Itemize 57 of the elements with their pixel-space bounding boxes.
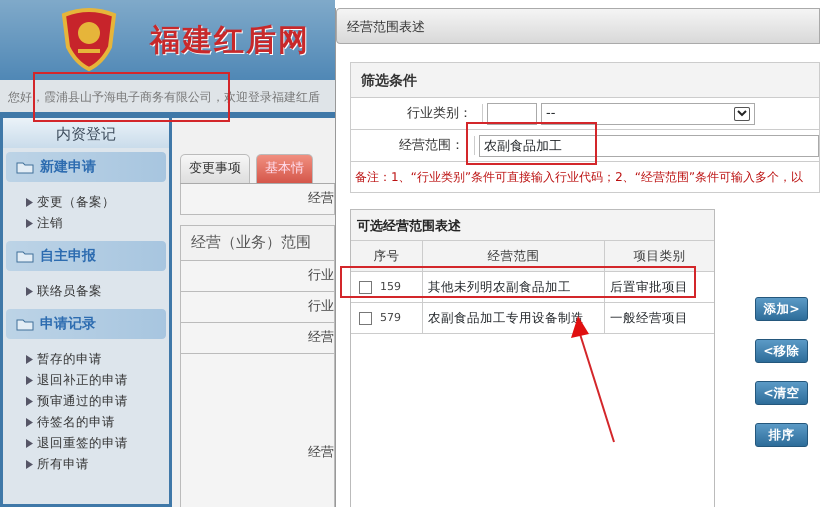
bullet-arrow-icon	[26, 418, 33, 427]
code-field[interactable]	[487, 102, 537, 124]
sidebar-link[interactable]: 退回重签的申请	[37, 434, 128, 453]
sidebar-link[interactable]: 所有申请	[37, 455, 89, 474]
form-label: 经营	[180, 354, 335, 507]
table-cell: 其他未列明农副食品加工	[423, 272, 605, 302]
section-title: 申请记录	[40, 314, 96, 334]
folder-icon	[16, 160, 34, 174]
form-label: 经营	[180, 322, 335, 354]
section-title: 新建申请	[40, 158, 96, 176]
sidebar-link[interactable]: 暂存的申请	[37, 350, 102, 369]
dialog-title: 经营范围表述	[336, 8, 820, 44]
sidebar-link[interactable]: 预审通过的申请	[37, 392, 128, 411]
sidebar-link[interactable]: 待签名的申请	[37, 413, 115, 432]
caret-icon	[737, 110, 747, 117]
panel-title: 可选经营范围表述	[351, 210, 714, 241]
checkbox[interactable]	[359, 280, 372, 294]
action-button[interactable]: <移除	[755, 339, 808, 363]
table-cell-text: 579	[380, 310, 401, 326]
checkbox[interactable]	[359, 312, 372, 324]
site-title: 福建红盾网	[150, 22, 310, 60]
column-header: 项目类别	[605, 241, 714, 271]
action-button[interactable]: <清空	[755, 381, 808, 405]
bullet-arrow-icon	[26, 397, 33, 406]
action-button[interactable]: 排序	[755, 423, 808, 447]
table-cell-text: 一般经营项目	[609, 308, 689, 327]
sidebar-title: 内资登记	[3, 118, 169, 148]
column-header: 序号	[351, 241, 423, 271]
section-title: 经营（业务）范围	[180, 224, 335, 260]
panel-title: 筛选条件	[351, 63, 819, 98]
bullet-arrow-icon	[26, 460, 33, 469]
folder-icon	[16, 250, 34, 262]
action-button[interactable]: 添加>	[755, 297, 808, 321]
form-label: 行业	[180, 260, 335, 292]
input-field[interactable]: 农副食品加工	[479, 134, 819, 156]
table-cell-text: 后置审批项目	[609, 278, 689, 296]
tab[interactable]: 变更事项	[180, 154, 250, 182]
bullet-arrow-icon	[26, 355, 33, 364]
sidebar-link[interactable]: 退回补正的申请	[37, 371, 128, 390]
bullet-arrow-icon	[26, 287, 33, 296]
section-title: 自主申报	[40, 246, 96, 266]
field-label: 行业类别：	[351, 104, 483, 124]
field-label: 经营范围：	[351, 136, 475, 156]
bullet-arrow-icon	[26, 198, 33, 207]
column-header: 经营范围	[423, 241, 605, 271]
form-label: 经营	[180, 184, 335, 214]
form-label: 行业	[180, 292, 335, 322]
note-text: 备注：1、“行业类别”条件可直接输入行业代码；2、“经营范围”条件可输入多个，以	[354, 169, 804, 186]
sidebar-link[interactable]: 注销	[37, 214, 63, 233]
sidebar-link[interactable]: 联络员备案	[37, 282, 102, 301]
table-cell-text: 159	[380, 278, 401, 295]
select-field[interactable]: --	[541, 102, 755, 124]
bullet-arrow-icon	[26, 439, 33, 448]
bullet-arrow-icon	[26, 376, 33, 385]
folder-icon	[16, 318, 34, 330]
bullet-arrow-icon	[26, 219, 33, 228]
sidebar-link[interactable]: 变更（备案）	[37, 193, 115, 212]
